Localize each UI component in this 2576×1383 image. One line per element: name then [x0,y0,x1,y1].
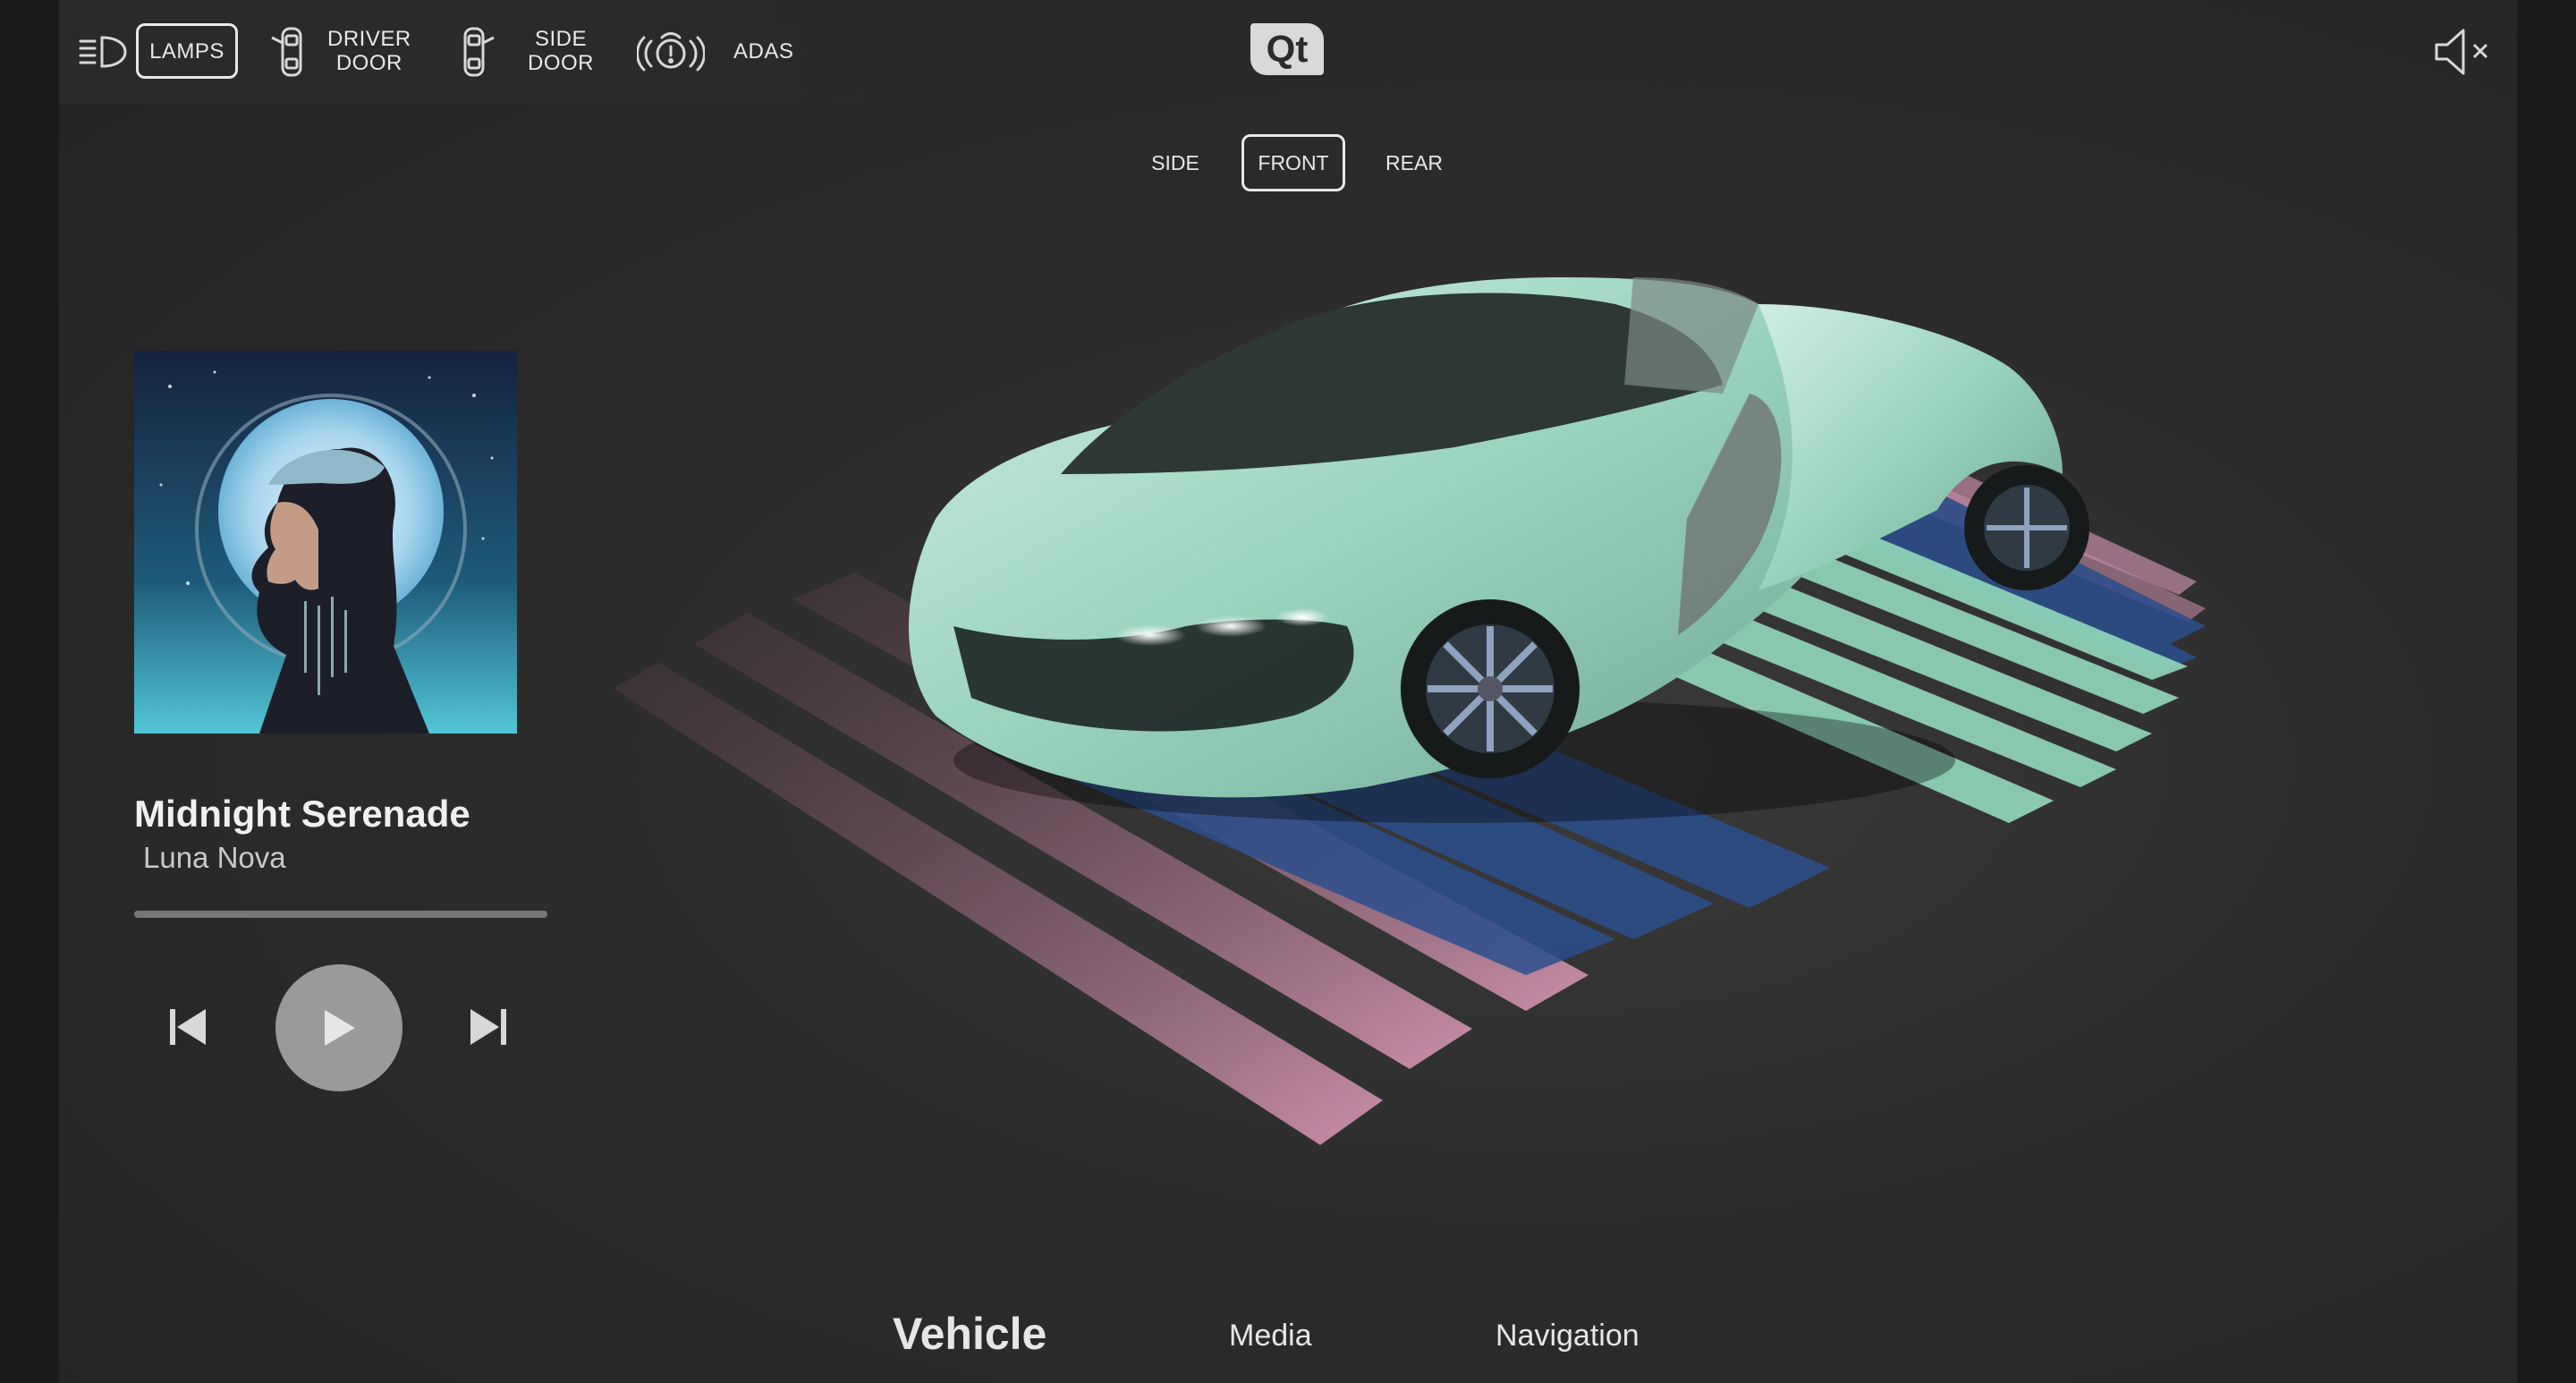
mute-icon[interactable] [2433,25,2492,79]
screen-bezel-left [0,0,59,1383]
nav-tab-vehicle[interactable]: Vehicle [893,1308,1046,1360]
top-controls-bar: LAMPS DRIVER DOOR SIDE DOOR ADAS [59,0,953,104]
album-art [134,351,517,734]
adas-label: ADAS [733,39,794,64]
screen-bezel-right [2517,0,2576,1383]
driver-door-button[interactable]: DRIVER DOOR [327,27,411,75]
song-title: Midnight Serenade [134,793,470,835]
nav-tab-navigation-label: Navigation [1496,1319,1640,1353]
car-3d-view[interactable] [560,250,2277,1270]
next-track-icon[interactable] [469,1005,508,1048]
infotainment-screen: LAMPS DRIVER DOOR SIDE DOOR ADAS Qt SIDE… [59,0,2517,1383]
side-door-icon[interactable] [458,23,497,81]
previous-track-icon[interactable] [168,1005,208,1048]
side-door-label-line2: DOOR [528,51,594,75]
artist-name: Luna Nova [143,841,286,874]
driver-door-icon[interactable] [270,23,306,81]
adas-button[interactable]: ADAS [733,39,793,64]
tab-rear-label: REAR [1385,150,1443,174]
qt-logo-text: Qt [1266,28,1309,70]
tab-front-label: FRONT [1258,150,1329,174]
nav-tab-vehicle-label: Vehicle [893,1309,1047,1359]
lamps-label: LAMPS [149,38,225,64]
lamps-button[interactable]: LAMPS [136,23,238,79]
qt-logo: Qt [1250,23,1324,75]
play-button[interactable] [275,964,402,1091]
nav-tab-media[interactable]: Media [1229,1319,1312,1353]
play-icon [325,1010,355,1046]
nav-tab-navigation[interactable]: Navigation [1496,1319,1640,1353]
headlamp-icon[interactable] [79,32,129,72]
side-door-button[interactable]: SIDE DOOR [528,27,594,75]
nav-tab-media-label: Media [1229,1319,1312,1353]
adas-warning-icon[interactable] [637,27,705,77]
rear-wheel [1964,465,2089,590]
tab-side-label: SIDE [1151,150,1199,174]
tab-side-view[interactable]: SIDE [1131,134,1220,191]
playback-progress-bar[interactable] [134,911,547,918]
driver-door-label-line1: DRIVER [327,27,411,51]
driver-door-label-line2: DOOR [335,51,402,75]
side-door-label-line1: SIDE [534,27,587,51]
tab-rear-view[interactable]: REAR [1367,134,1462,191]
tab-front-view[interactable]: FRONT [1241,134,1345,191]
front-wheel [1401,599,1580,778]
